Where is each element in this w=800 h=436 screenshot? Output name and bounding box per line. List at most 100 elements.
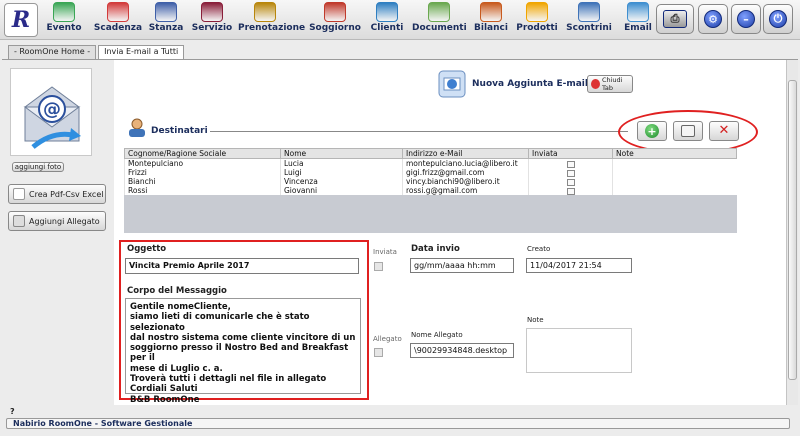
recipients-table-empty-area xyxy=(124,195,737,233)
cell-note xyxy=(612,158,737,168)
add-photo-label: aggiungi foto xyxy=(14,163,62,171)
table-row[interactable]: Bianchi Vincenza vincy.bianchi90@libero.it xyxy=(124,177,737,186)
note-label: Note xyxy=(527,316,544,324)
calendar-add-icon xyxy=(53,2,75,22)
cell-name: Vincenza xyxy=(280,177,403,186)
body-label: Corpo del Messaggio xyxy=(127,286,227,296)
toolbar-soggiorno-button[interactable]: Soggiorno xyxy=(308,2,362,38)
cell-sent xyxy=(528,177,613,186)
toolbar-scontrini-button[interactable]: Scontrini xyxy=(562,2,616,38)
toolbar-clienti-button[interactable]: Clienti xyxy=(360,2,414,38)
main-toolbar: R Evento Scadenza Stanza Servizio Prenotazio… xyxy=(0,0,800,40)
cell-surname: Bianchi xyxy=(124,177,281,186)
vertical-scrollbar[interactable] xyxy=(786,60,798,405)
create-pdf-csv-label: Crea Pdf-Csv Excel xyxy=(29,189,104,199)
toolbar-label: Documenti xyxy=(412,23,467,33)
toolbar-prodotti-button[interactable]: Prodotti xyxy=(510,2,564,38)
toolbar-label: Servizio xyxy=(191,23,233,33)
toolbar-prenotazione-button[interactable]: Prenotazione xyxy=(238,2,306,38)
close-icon xyxy=(591,79,600,89)
cell-email: vincy.bianchi90@libero.it xyxy=(402,177,529,186)
help-marker[interactable]: ? xyxy=(10,407,15,416)
col-surname[interactable]: Cognome/Ragione Sociale xyxy=(124,148,281,159)
cake-icon xyxy=(254,2,276,22)
toolbar-label: Clienti xyxy=(370,23,404,33)
toolbar-label: Soggiorno xyxy=(309,23,361,33)
email-icon xyxy=(627,2,649,22)
minimize-button[interactable]: – xyxy=(731,4,761,34)
app-logo[interactable]: R xyxy=(4,3,38,37)
attachment-name-input[interactable]: \90029934848.desktop xyxy=(410,343,514,358)
email-photo: @ xyxy=(10,68,92,156)
cell-email: rossi.g@gmail.com xyxy=(402,186,529,195)
add-photo-button[interactable]: aggiungi foto xyxy=(12,162,64,172)
logo-letter: R xyxy=(11,7,31,33)
cell-surname: Frizzi xyxy=(124,168,281,177)
cell-name: Luigi xyxy=(280,168,403,177)
toolbar-evento-button[interactable]: Evento xyxy=(37,2,91,38)
recipients-header-row: Cognome/Ragione Sociale Nome Indirizzo e… xyxy=(124,148,737,159)
col-sent[interactable]: Inviata xyxy=(528,148,613,159)
tab-send-email-all[interactable]: Invia E-mail a Tutti xyxy=(98,45,185,59)
table-row[interactable]: Rossi Giovanni rossi.g@gmail.com xyxy=(124,186,737,195)
printer-button[interactable]: ⎙ xyxy=(656,4,694,34)
toolbar-servizio-button[interactable]: Servizio xyxy=(185,2,239,38)
cell-note xyxy=(612,186,737,195)
sent-checkbox[interactable] xyxy=(374,262,383,271)
toolbar-label: Prenotazione xyxy=(238,23,306,33)
sent-label: Inviata xyxy=(373,248,397,256)
pdf-icon xyxy=(13,188,25,200)
cell-sent xyxy=(528,168,613,177)
created-label: Creato xyxy=(527,245,551,253)
compass-icon xyxy=(324,2,346,22)
col-note[interactable]: Note xyxy=(612,148,737,159)
cell-name: Giovanni xyxy=(280,186,403,195)
document-upload-icon xyxy=(428,2,450,22)
power-button[interactable]: ⏻ xyxy=(763,4,793,34)
sent-row-checkbox[interactable] xyxy=(566,160,575,168)
sent-row-checkbox[interactable] xyxy=(566,187,575,195)
message-body-textarea[interactable]: Gentile nomeCliente, siamo lieti di comu… xyxy=(125,298,361,405)
sent-row-checkbox[interactable] xyxy=(566,178,575,186)
tab-home[interactable]: - RoomOne Home - xyxy=(8,45,97,59)
toolbar-documenti-button[interactable]: Documenti xyxy=(412,2,467,38)
toolbar-label: Scadenza xyxy=(93,23,143,33)
attached-label: Allegato xyxy=(373,335,402,343)
settings-button[interactable]: ⚙ xyxy=(698,4,728,34)
minimize-icon: – xyxy=(737,10,755,28)
cell-email: gigi.frizz@gmail.com xyxy=(402,168,529,177)
table-row[interactable]: Montepulciano Lucia montepulciano.lucia@li… xyxy=(124,158,737,168)
create-pdf-csv-button[interactable]: Crea Pdf-Csv Excel xyxy=(8,184,106,204)
close-tab-label: Chiudi Tab xyxy=(601,76,623,92)
toolbar-scadenza-button[interactable]: Scadenza xyxy=(91,2,145,38)
receipt-icon xyxy=(578,2,600,22)
page-title: Nuova Aggiunta E-mail xyxy=(472,79,588,89)
shirt-icon xyxy=(201,2,223,22)
table-row[interactable]: Frizzi Luigi gigi.frizz@gmail.com xyxy=(124,168,737,177)
tab-bar: - RoomOne Home - Invia E-mail a Tutti xyxy=(8,45,185,59)
close-tab-button[interactable]: Chiudi Tab xyxy=(587,75,633,93)
bed-icon xyxy=(155,2,177,22)
calendar-alert-icon xyxy=(107,2,129,22)
scrollbar-thumb[interactable] xyxy=(788,80,797,380)
recipients-icon xyxy=(129,118,145,137)
power-icon: ⏻ xyxy=(769,10,787,28)
note-textarea[interactable] xyxy=(526,328,632,373)
subject-input[interactable]: Vincita Premio Aprile 2017 xyxy=(125,258,359,274)
toolbar-label: Scontrini xyxy=(566,23,612,33)
add-attachment-button[interactable]: Aggiungi Allegato xyxy=(8,211,106,231)
col-email[interactable]: Indirizzo e-Mail xyxy=(402,148,529,159)
col-name[interactable]: Nome xyxy=(280,148,403,159)
cell-note xyxy=(612,168,737,177)
cell-sent xyxy=(528,158,613,168)
send-date-input[interactable]: gg/mm/aaaa hh:mm xyxy=(410,258,514,273)
created-input[interactable]: 11/04/2017 21:54 xyxy=(526,258,632,273)
status-text: Nabirio RoomOne - Software Gestionale xyxy=(6,418,790,429)
attached-checkbox[interactable] xyxy=(374,348,383,357)
recipients-divider xyxy=(210,131,628,132)
cell-note xyxy=(612,177,737,186)
settings-icon: ⚙ xyxy=(704,10,722,28)
sent-row-checkbox[interactable] xyxy=(566,169,575,177)
email-envelope-icon: @ xyxy=(23,86,81,149)
ledger-icon xyxy=(480,2,502,22)
